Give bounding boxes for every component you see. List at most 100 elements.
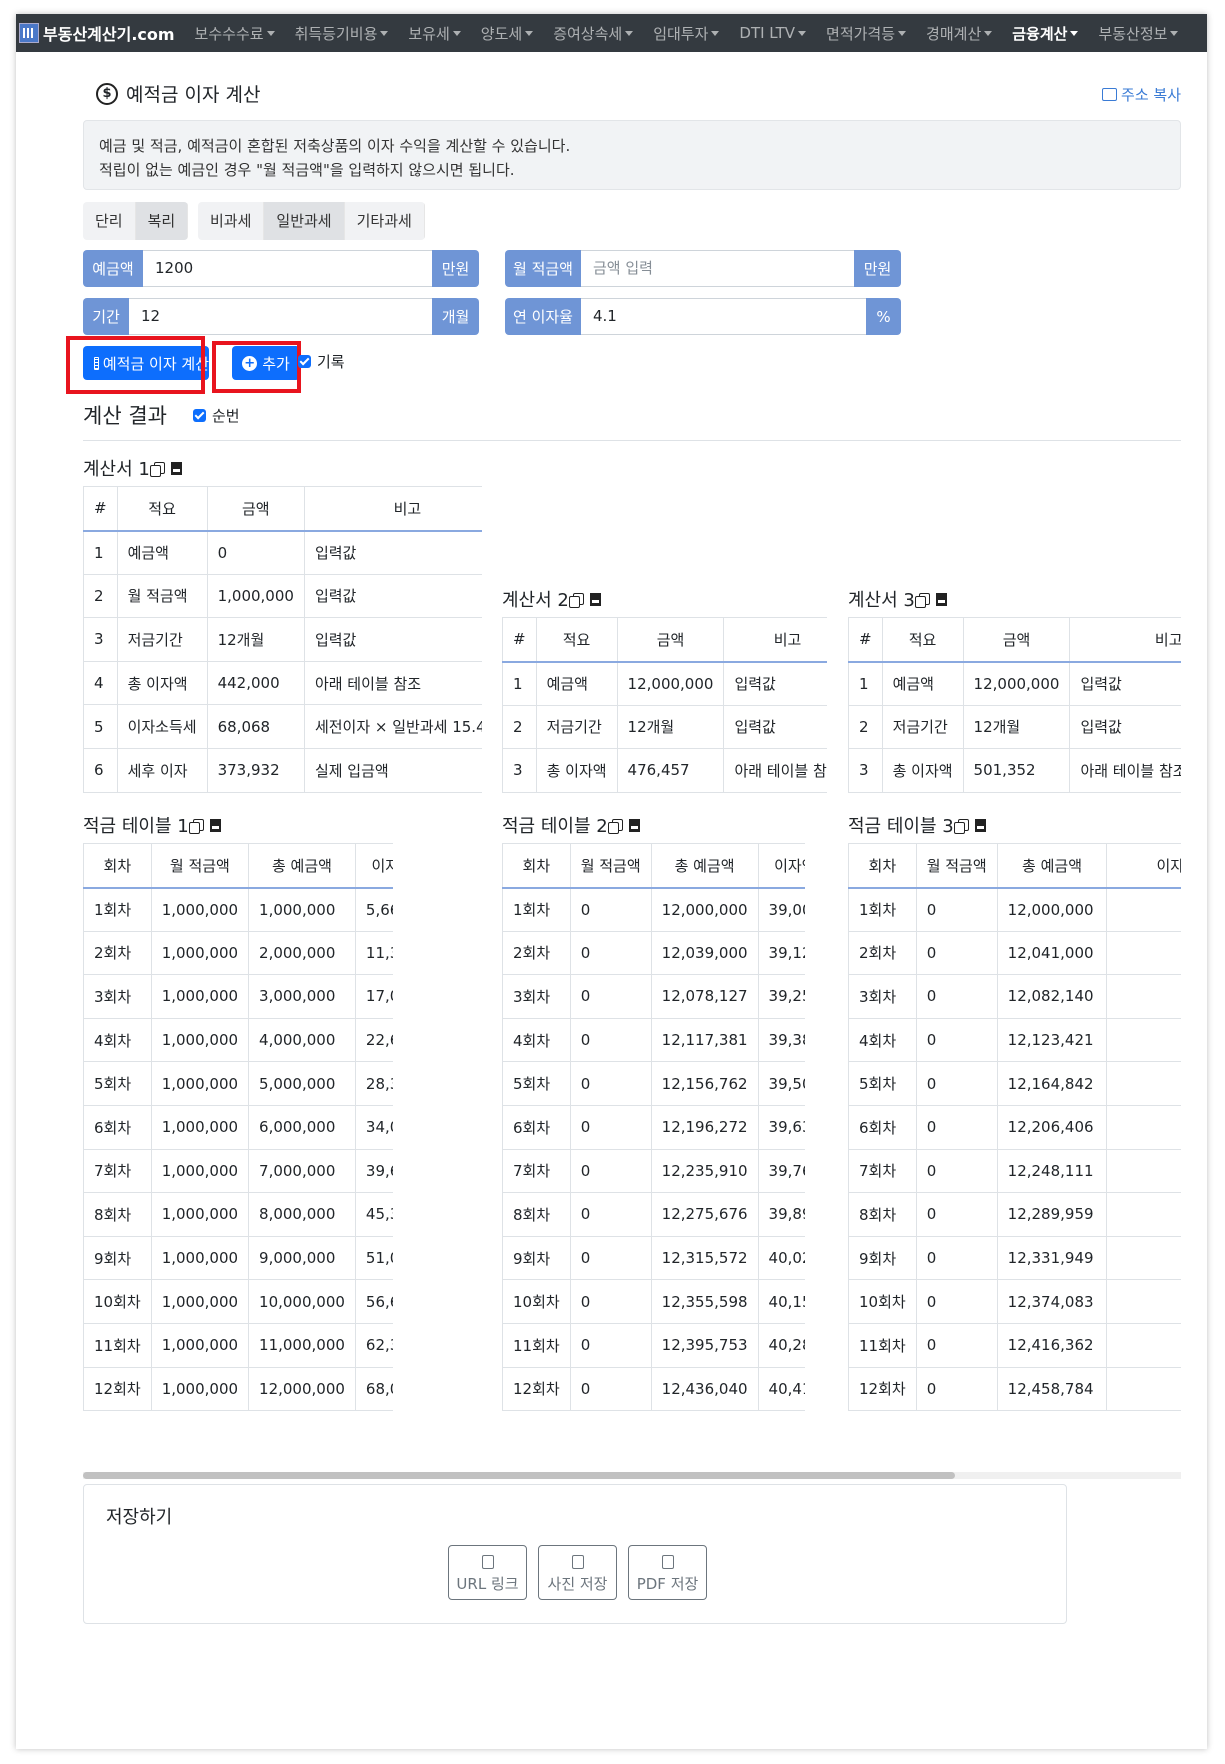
table-cell: [1106, 1061, 1181, 1106]
table-cell: 3: [83, 617, 118, 662]
table-cell: 12,156,762: [650, 1061, 759, 1106]
url-link-button[interactable]: URL 링크: [448, 1545, 527, 1600]
column-header: 회차: [848, 843, 917, 889]
table-cell: 0: [569, 1192, 652, 1237]
numbering-checkbox[interactable]: [193, 409, 206, 422]
nav-item-transfer-tax[interactable]: 양도세: [481, 23, 534, 44]
nav-item-rental-investment[interactable]: 임대투자: [653, 23, 720, 44]
csv-download-icon[interactable]: [209, 818, 221, 832]
copy-icon[interactable]: [953, 819, 969, 834]
save-image-button[interactable]: 사진 저장: [538, 1545, 617, 1600]
horizontal-scrollbar[interactable]: [83, 1472, 1181, 1479]
table-cell: 68,068: [206, 704, 305, 749]
nav-item-area-price[interactable]: 면적가격등: [826, 23, 907, 44]
brand-link[interactable]: 부동산계산기.com: [19, 21, 175, 45]
table-cell: [1106, 1104, 1181, 1150]
table-cell: 1,000,000: [150, 1061, 250, 1106]
nav-item-acquisition-cost[interactable]: 취득등기비용: [295, 23, 389, 44]
table-cell: 0: [915, 974, 998, 1019]
table-cell: 입력값: [303, 573, 482, 619]
column-header: #: [83, 486, 118, 532]
table-row: 11회차1,000,00011,000,00062,333: [83, 1322, 393, 1368]
table-row: 3회차1,000,0003,000,00017,000: [83, 974, 393, 1019]
table-cell: 39,767: [757, 1148, 805, 1194]
table-cell: 12,315,572: [650, 1235, 759, 1281]
csv-download-icon[interactable]: [628, 818, 640, 832]
page-title: $ 예적금 이자 계산: [96, 80, 260, 107]
column-header: 월 적금액: [150, 843, 250, 889]
nav-item-label: 면적가격등: [826, 24, 896, 43]
table-row: 4회차 0 12,123,421: [848, 1017, 1181, 1063]
table-cell: 12,000,000: [962, 661, 1071, 706]
table-row: 10회차 0 12,374,083: [848, 1279, 1181, 1324]
csv-download-icon[interactable]: [935, 592, 947, 606]
table-cell: 5회차: [848, 1061, 917, 1106]
record-checkbox[interactable]: [298, 355, 311, 368]
table-cell: 6회차: [848, 1104, 917, 1150]
simple-interest-option[interactable]: 단리: [83, 202, 136, 240]
nav-item-gift-inheritance-tax[interactable]: 증여상속세: [553, 23, 634, 44]
table-cell: 39,509: [757, 1061, 805, 1106]
general-tax-option[interactable]: 일반과세: [264, 202, 345, 240]
copy-icon[interactable]: [607, 819, 623, 834]
nav-item-dti-ltv[interactable]: DTI LTV: [739, 24, 807, 42]
table-cell: 12개월: [962, 704, 1071, 750]
table-cell: 442,000: [206, 660, 305, 706]
csv-download-icon[interactable]: [974, 818, 986, 832]
table-cell: 총 이자액: [535, 748, 618, 793]
page-frame: 부동산계산기.com 보수수수료 취득등기비용 보유세 양도세 증여상속세 임대…: [16, 14, 1207, 1749]
results-heading: 계산 결과: [83, 404, 167, 428]
table-row: 2회차012,039,00039,127: [502, 930, 805, 976]
table-cell: [1106, 1148, 1181, 1194]
copy-url-link[interactable]: 주소 복사: [1102, 84, 1181, 105]
period-input[interactable]: 12: [129, 298, 432, 335]
table-cell: 예금액: [535, 661, 618, 706]
copy-icon[interactable]: [149, 462, 165, 477]
table-row: 4회차1,000,0004,000,00022,667: [83, 1017, 393, 1063]
csv-download-icon[interactable]: [589, 592, 601, 606]
table-cell: 1,000,000: [150, 1192, 250, 1237]
nav-item-real-estate-info[interactable]: 부동산정보: [1098, 23, 1179, 44]
table-cell: 0: [915, 1235, 998, 1281]
table-cell: 2회차: [502, 930, 571, 976]
period-label: 기간: [83, 298, 129, 335]
schedule-2-table: 회차월 적금액총 예금액이자액1회차012,000,00039,0002회차01…: [502, 843, 805, 1412]
interest-type-toggle: 단리 복리: [83, 202, 189, 240]
nav-item-holding-tax[interactable]: 보유세: [408, 23, 461, 44]
other-tax-option[interactable]: 기타과세: [344, 202, 425, 240]
column-header: 월 적금액: [569, 843, 652, 889]
nav-item-auction[interactable]: 경매계산: [926, 23, 993, 44]
table-cell: 7회차: [848, 1148, 917, 1194]
compound-interest-option[interactable]: 복리: [135, 202, 189, 240]
table-header-row: # 적요 금액 비고: [502, 617, 827, 663]
table-row: 7회차1,000,0007,000,00039,667: [83, 1148, 393, 1194]
table-cell: 476,457: [616, 748, 725, 793]
csv-download-icon[interactable]: [170, 461, 182, 475]
rate-input[interactable]: 4.1: [581, 298, 866, 335]
copy-url-label: 주소 복사: [1121, 86, 1181, 104]
copy-icon[interactable]: [914, 593, 930, 608]
scrollbar-thumb[interactable]: [83, 1472, 955, 1479]
table-row: 2회차 0 12,041,000: [848, 930, 1181, 976]
table-cell: [1106, 887, 1181, 932]
table-cell: 39,254: [757, 974, 805, 1019]
table-cell: 2: [502, 704, 537, 750]
column-header: 회차: [83, 843, 152, 889]
column-header: 이자액: [354, 843, 393, 889]
save-pdf-button[interactable]: PDF 저장: [628, 1545, 707, 1600]
copy-icon[interactable]: [188, 819, 204, 834]
table-cell: 45,333: [354, 1192, 393, 1237]
table-cell: 12,206,406: [996, 1104, 1108, 1150]
copy-icon[interactable]: [568, 593, 584, 608]
table-cell: 1: [848, 661, 883, 706]
table-cell: 9회차: [83, 1235, 152, 1281]
nav-item-brokerage-fee[interactable]: 보수수수료: [195, 23, 275, 44]
monthly-amount-input[interactable]: 금액 입력: [581, 250, 854, 287]
deposit-amount-input[interactable]: 1200: [143, 250, 432, 287]
nav-item-finance[interactable]: 금융계산: [1012, 23, 1079, 44]
tax-exempt-option[interactable]: 비과세: [198, 202, 265, 240]
statement-3-table-wrap: # 적요 금액 비고 1 예금액 12,000,000 입력값 2 저금기간 12개월 입력값 3 총 이…: [848, 617, 1181, 793]
table-row: 3 저금기간 12개월 입력값: [83, 617, 482, 662]
column-header: 적요: [881, 617, 964, 663]
table-cell: 0: [915, 887, 998, 932]
